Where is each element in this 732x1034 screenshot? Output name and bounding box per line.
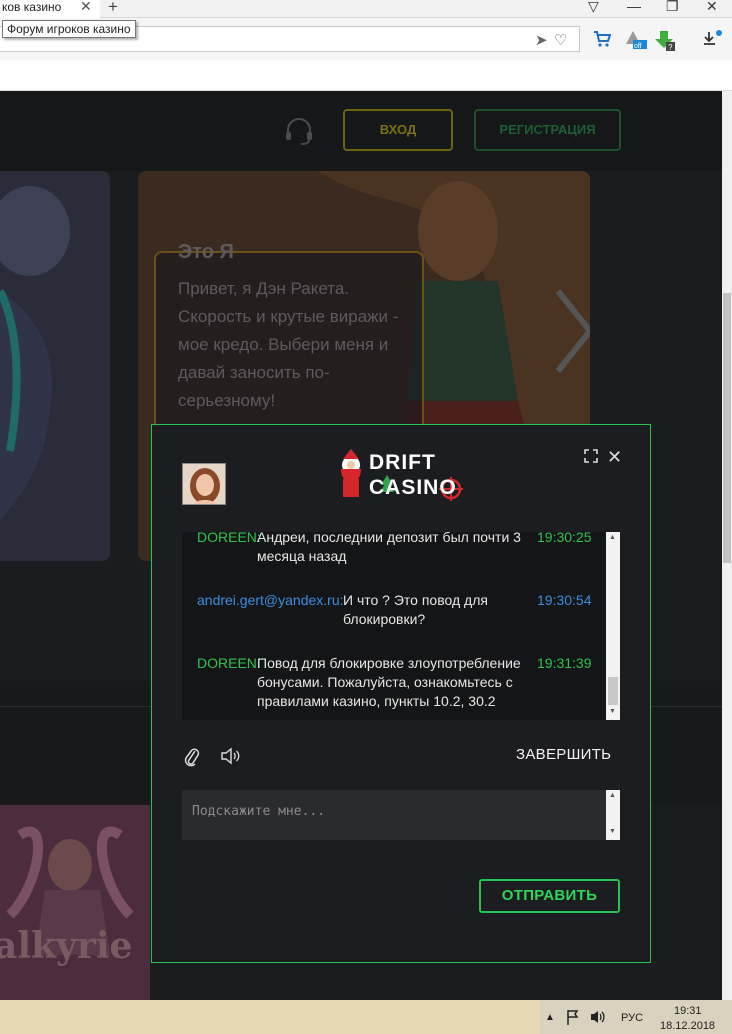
volume-icon[interactable] — [590, 1009, 606, 1025]
agent-photo — [183, 464, 225, 504]
close-window-button[interactable]: ✕ — [706, 0, 718, 15]
character-description: Привет, я Дэн Ракета. Скорость и крутые … — [178, 279, 399, 410]
drift-casino-logo: DRIFT CASINO — [337, 447, 467, 505]
headset-icon[interactable] — [283, 115, 315, 147]
message-time: 19:31:39 — [537, 655, 592, 671]
cart-icon[interactable] — [593, 30, 611, 48]
login-button[interactable]: ВХОД — [343, 109, 453, 151]
system-tray: ▲ РУС 19:31 18.12.2018 — [540, 1000, 732, 1034]
game-tile-valkyrie[interactable]: alkyrie — [0, 805, 150, 1000]
chat-widget: DRIFT CASINO ✕ DOREEN: Андреи, последнии… — [151, 424, 651, 963]
message-scrollbar[interactable]: ▲ ▼ — [606, 532, 620, 720]
clock-date[interactable]: 18.12.2018 — [660, 1020, 715, 1032]
character-title: Это Я — [178, 241, 234, 263]
message-time: 19:30:54 — [537, 592, 592, 608]
agent-avatar — [182, 463, 226, 505]
paperclip-icon[interactable] — [184, 746, 200, 768]
message-author: DOREEN: — [197, 655, 261, 671]
tab-bar: ков казино ✕ + ▽ — ❐ ✕ — [0, 0, 732, 18]
flag-icon[interactable] — [566, 1009, 580, 1025]
tab-menu-icon[interactable]: ▽ — [588, 0, 599, 15]
svg-text:off: off — [634, 43, 642, 50]
logo-text-top: DRIFT — [369, 451, 436, 474]
site-header: ВХОД РЕГИСТРАЦИЯ — [0, 91, 722, 171]
input-scrollbar[interactable]: ▲ ▼ — [606, 790, 620, 840]
end-chat-button[interactable]: ЗАВЕРШИТЬ — [516, 746, 611, 763]
svg-text:?: ? — [668, 43, 673, 52]
speaker-icon[interactable] — [220, 747, 242, 765]
scroll-down-icon[interactable]: ▼ — [609, 708, 616, 715]
scroll-up-icon[interactable]: ▲ — [609, 534, 616, 541]
message-input-box[interactable]: ▲ ▼ — [182, 790, 620, 840]
close-icon[interactable]: ✕ — [607, 447, 622, 468]
tab-tooltip: Форум игроков казино — [2, 20, 136, 38]
clock-time[interactable]: 19:31 — [674, 1005, 702, 1017]
scroll-up-icon[interactable]: ▲ — [609, 792, 616, 799]
game-title-valkyrie: alkyrie — [0, 925, 133, 967]
expand-icon[interactable] — [584, 449, 598, 463]
message-text: Повод для блокировке злоупотребление бон… — [257, 655, 521, 709]
minimize-button[interactable]: — — [627, 0, 641, 14]
send-button[interactable]: ОТПРАВИТЬ — [479, 879, 620, 913]
character-speech-box: Это Я Привет, я Дэн Ракета. Скорость и к… — [154, 241, 424, 431]
downloads-icon[interactable] — [703, 30, 723, 48]
windows-taskbar: ▲ РУС 19:31 18.12.2018 — [0, 1000, 732, 1034]
message-time: 19:30:25 — [537, 532, 592, 545]
download-manager-icon[interactable]: ? — [654, 30, 676, 52]
send-icon[interactable]: ➤ — [535, 31, 548, 49]
language-indicator[interactable]: РУС — [621, 1012, 643, 1024]
register-button[interactable]: РЕГИСТРАЦИЯ — [474, 109, 621, 151]
page-scroll-thumb[interactable] — [723, 293, 731, 563]
message-input[interactable] — [182, 790, 606, 840]
maximize-button[interactable]: ❐ — [666, 0, 679, 15]
new-tab-button[interactable]: + — [108, 0, 118, 17]
adblock-icon[interactable]: off — [625, 30, 647, 50]
character-illustration — [0, 186, 70, 521]
message-text: И что ? Это повод для блокировки? — [343, 592, 488, 627]
tab-title: ков казино — [2, 0, 62, 14]
character-card-left[interactable] — [0, 171, 110, 561]
logo-text-bottom: CASINO — [369, 476, 457, 499]
bookmarks-bar — [0, 60, 732, 91]
browser-tab[interactable]: ков казино ✕ — [0, 0, 100, 18]
message-list[interactable]: DOREEN: Андреи, последнии депозит был по… — [182, 532, 620, 720]
message-scroll-thumb[interactable] — [608, 677, 618, 705]
page-scrollbar[interactable] — [722, 91, 732, 1000]
tab-close-icon[interactable]: ✕ — [80, 0, 92, 13]
tray-chevron-icon[interactable]: ▲ — [545, 1012, 555, 1023]
message-text: Андреи, последнии депозит был почти 3 ме… — [257, 532, 521, 564]
message-author: DOREEN: — [197, 532, 261, 545]
game-artwork — [0, 805, 150, 1000]
message-author[interactable]: andrei.gert@yandex.ru: — [197, 591, 344, 610]
scroll-down-icon[interactable]: ▼ — [609, 828, 616, 835]
heart-icon[interactable]: ♡ — [554, 31, 567, 49]
